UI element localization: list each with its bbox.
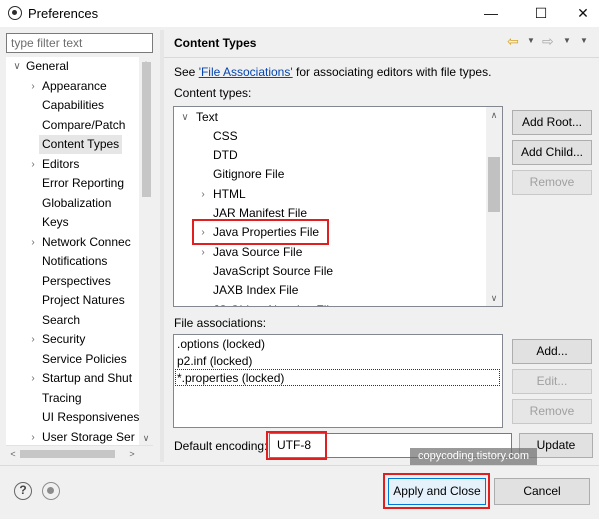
tree-item[interactable]: Security — [42, 330, 85, 349]
cancel-button[interactable]: Cancel — [494, 478, 590, 505]
eclipse-app-icon — [8, 6, 22, 20]
edit-association-button[interactable]: Edit... — [512, 369, 592, 394]
expand-arrow-icon[interactable]: › — [28, 77, 38, 96]
list-item[interactable]: p2.inf (locked) — [177, 353, 252, 370]
collapse-arrow-icon[interactable]: ∨ — [12, 57, 22, 76]
list-item[interactable]: .options (locked) — [177, 336, 265, 353]
record-macro-icon[interactable] — [42, 482, 60, 500]
tree-scroll-right-arrow[interactable]: > — [125, 447, 139, 461]
expand-arrow-icon[interactable]: › — [198, 243, 208, 262]
expand-arrow-icon[interactable]: › — [28, 233, 38, 252]
content-type-item[interactable]: JAXB Index File — [213, 281, 298, 300]
content-types-scroll-thumb[interactable] — [488, 157, 500, 212]
tree-item[interactable]: Error Reporting — [42, 174, 124, 193]
expand-arrow-icon[interactable]: › — [198, 185, 208, 204]
ct-scroll-up-arrow[interactable]: ∧ — [487, 108, 501, 122]
header-separator — [164, 57, 599, 58]
tree-item[interactable]: General — [26, 57, 69, 76]
content-type-item[interactable]: HTML — [213, 185, 246, 204]
tree-vertical-scroll-thumb[interactable] — [142, 62, 151, 197]
file-associations-label: File associations: — [174, 316, 267, 330]
filter-input[interactable]: type filter text — [6, 33, 153, 53]
apply-and-close-button[interactable]: Apply and Close — [388, 478, 486, 505]
back-arrow-icon[interactable]: ⇦ — [507, 33, 523, 49]
back-dropdown-icon[interactable]: ▼ — [527, 36, 535, 45]
description-text: See 'File Associations' for associating … — [174, 65, 491, 79]
page-title: Content Types — [174, 36, 257, 50]
content-type-item[interactable]: JS Object Notation File — [213, 301, 336, 307]
tree-item[interactable]: Appearance — [42, 77, 107, 96]
ct-scroll-down-arrow[interactable]: ∨ — [487, 291, 501, 305]
content-type-item[interactable]: DTD — [213, 146, 238, 165]
encoding-highlight — [266, 431, 327, 460]
content-type-item[interactable]: CSS — [213, 127, 238, 146]
remove-content-type-button[interactable]: Remove — [512, 170, 592, 195]
description-suffix: for associating editors with file types. — [292, 65, 492, 79]
tree-item[interactable]: Tracing — [42, 389, 82, 408]
description-prefix: See — [174, 65, 199, 79]
content-type-item[interactable]: Text — [196, 108, 218, 127]
help-icon[interactable]: ? — [14, 482, 32, 500]
view-menu-icon[interactable]: ▼ — [580, 36, 588, 45]
preference-tree: ∨ General › Appearance Capabilities Compare/P… — [6, 57, 153, 463]
add-root-button[interactable]: Add Root... — [512, 110, 592, 135]
tree-item[interactable]: Keys — [42, 213, 69, 232]
tree-item[interactable]: Perspectives — [42, 272, 111, 291]
content-types-tree: ∨ Text CSS DTD Gitignore File › HTML JAR Manife… — [173, 106, 503, 307]
expand-arrow-icon[interactable]: › — [28, 155, 38, 174]
remove-association-button[interactable]: Remove — [512, 399, 592, 424]
add-association-button[interactable]: Add... — [512, 339, 592, 364]
tree-item[interactable]: Notifications — [42, 252, 107, 271]
tree-item[interactable]: Project Natures — [42, 291, 125, 310]
content-type-item[interactable]: Java Source File — [213, 243, 302, 262]
tree-scroll-left-arrow[interactable]: < — [6, 447, 20, 461]
tree-item[interactable]: Content Types — [39, 135, 123, 154]
default-encoding-label: Default encoding: — [174, 439, 268, 453]
content-types-label: Content types: — [174, 86, 252, 100]
tree-item[interactable]: Capabilities — [42, 96, 104, 115]
maximize-button[interactable]: ☐ — [526, 2, 556, 24]
tree-item[interactable]: Network Connec — [42, 233, 131, 252]
footer-separator — [0, 465, 599, 466]
tree-item[interactable]: Startup and Shut — [42, 369, 132, 388]
pane-divider[interactable] — [160, 30, 164, 462]
window-title: Preferences — [28, 6, 99, 21]
expand-arrow-icon[interactable]: › — [28, 428, 38, 447]
tree-item[interactable]: Search — [42, 311, 80, 330]
tree-item[interactable]: Compare/Patch — [42, 116, 125, 135]
file-associations-link[interactable]: 'File Associations' — [199, 65, 293, 79]
forward-arrow-icon[interactable]: ⇨ — [542, 33, 558, 49]
close-button[interactable]: ✕ — [568, 2, 598, 24]
content-type-item[interactable]: Gitignore File — [213, 165, 284, 184]
tree-item[interactable]: Service Policies — [42, 350, 127, 369]
tree-item[interactable]: User Storage Ser — [42, 428, 135, 447]
collapse-arrow-icon[interactable]: ∨ — [180, 108, 190, 127]
tree-item[interactable]: UI Responsivenes — [42, 408, 139, 427]
content-type-item[interactable]: JavaScript Source File — [213, 262, 333, 281]
watermark: copycoding.tistory.com — [410, 448, 537, 465]
add-child-button[interactable]: Add Child... — [512, 140, 592, 165]
java-properties-highlight — [192, 219, 329, 245]
tree-item[interactable]: Globalization — [42, 194, 111, 213]
list-focus-rect — [175, 369, 500, 386]
tree-horizontal-scroll-thumb[interactable] — [20, 450, 115, 458]
expand-arrow-icon[interactable]: › — [28, 330, 38, 349]
tree-item[interactable]: Editors — [42, 155, 79, 174]
minimize-button[interactable]: — — [476, 2, 506, 24]
expand-arrow-icon[interactable]: › — [28, 369, 38, 388]
tree-scroll-down-arrow[interactable]: ∨ — [139, 431, 153, 445]
forward-dropdown-icon[interactable]: ▼ — [563, 36, 571, 45]
